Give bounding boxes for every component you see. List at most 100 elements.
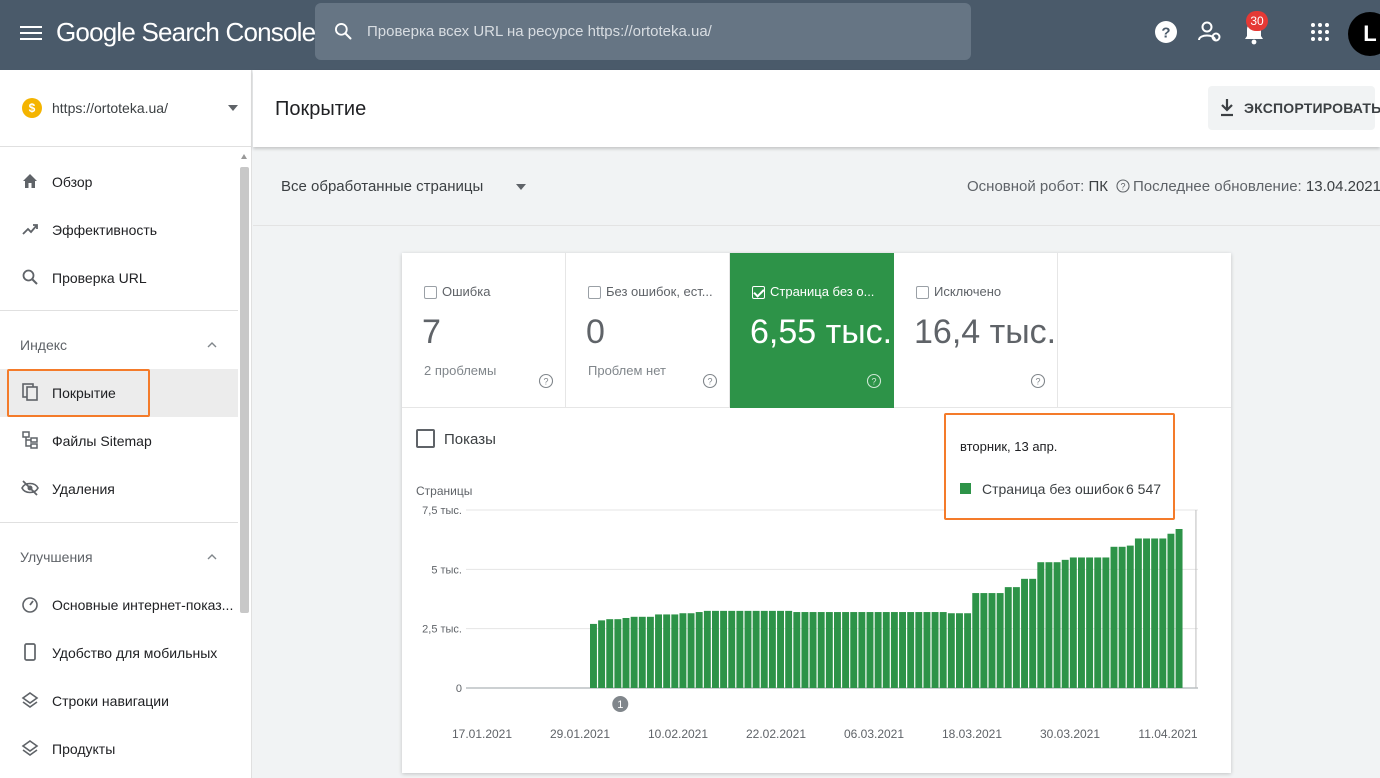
sidebar-item-label: Основные интернет-показ... <box>52 597 234 613</box>
sidebar-item-mobile-usability[interactable]: Удобство для мобильных <box>0 629 238 677</box>
sidebar-item-label: Файлы Sitemap <box>52 433 152 449</box>
sidebar-item-sitemaps[interactable]: Файлы Sitemap <box>0 417 238 465</box>
bar <box>777 610 784 688</box>
sidebar-item-breadcrumbs[interactable]: Строки навигации <box>0 677 238 725</box>
bar <box>655 614 662 688</box>
help-circle-icon[interactable]: ? <box>1116 179 1130 193</box>
bar <box>622 617 630 688</box>
sidebar-item-removals[interactable]: Удаления <box>0 465 238 513</box>
tile-label: Ошибка <box>442 284 491 299</box>
filter-bar: Все обработанные страницы Основной робот… <box>253 148 1380 226</box>
export-button[interactable]: ЭКСПОРТИРОВАТЬ <box>1208 86 1380 130</box>
pages-filter-dropdown[interactable]: Все обработанные страницы <box>281 176 526 200</box>
sidebar-item-label: Обзор <box>52 174 93 190</box>
divider <box>0 310 238 311</box>
sidebar-item-coverage[interactable]: Покрытие <box>0 369 238 417</box>
bar <box>1167 533 1175 688</box>
bar <box>834 612 841 688</box>
updated-value: 13.04.2021 <box>1305 178 1380 195</box>
speed-icon <box>22 597 38 613</box>
checkbox-checked[interactable] <box>752 286 765 299</box>
page-title: Покрытие <box>275 98 367 120</box>
sidebar-item-label: Эффективность <box>52 222 158 238</box>
help-icon[interactable]: ? <box>1152 18 1180 46</box>
bar <box>915 612 923 688</box>
bar <box>923 612 931 688</box>
x-tick-label: 06.03.2021 <box>844 727 904 741</box>
tile-valid[interactable]: Страница без о... 6,55 тыс. ? <box>730 253 894 408</box>
tooltip-date: вторник, 13 апр. <box>960 439 1058 454</box>
account-settings-icon[interactable] <box>1196 18 1224 46</box>
apps-grid-icon[interactable] <box>1306 18 1334 46</box>
bar <box>768 610 776 688</box>
bar <box>638 616 646 688</box>
help-circle-icon[interactable]: ? <box>866 373 882 389</box>
x-tick-label: 29.01.2021 <box>550 727 610 741</box>
help-circle-icon[interactable]: ? <box>702 373 718 389</box>
export-label: ЭКСПОРТИРОВАТЬ <box>1244 100 1380 116</box>
checkbox[interactable] <box>416 429 435 448</box>
x-tick-label: 22.02.2021 <box>746 727 806 741</box>
trending-up-icon <box>22 224 38 235</box>
bar <box>1086 557 1094 688</box>
sidebar-item-overview[interactable]: Обзор <box>0 158 238 206</box>
bar <box>1102 557 1110 688</box>
checkbox[interactable] <box>588 286 601 299</box>
annotation-label: 1 <box>617 699 623 711</box>
checkbox[interactable] <box>424 286 437 299</box>
scroll-up-arrow-icon[interactable] <box>241 154 247 159</box>
tile-subtext: 2 проблемы <box>424 363 497 378</box>
legend-swatch <box>960 483 971 494</box>
bar <box>1151 538 1159 688</box>
bar <box>760 610 768 688</box>
sidebar-item-label: Удаления <box>52 481 115 497</box>
bar <box>736 610 744 688</box>
download-icon <box>1221 99 1233 117</box>
sidebar-item-label: Строки навигации <box>52 693 169 709</box>
app-title[interactable]: Google Search Console <box>56 17 316 48</box>
x-tick-label: 30.03.2021 <box>1040 727 1100 741</box>
bar <box>1078 557 1085 688</box>
tile-valid-with-warnings[interactable]: Без ошибок, ест... 0 Проблем нет ? <box>566 253 730 408</box>
avatar[interactable]: L <box>1348 12 1380 56</box>
bar <box>695 612 703 688</box>
scroll-thumb[interactable] <box>240 167 249 613</box>
bar <box>947 613 955 688</box>
bar <box>882 612 890 688</box>
bar <box>850 612 858 688</box>
sidebar-item-core-web-vitals[interactable]: Основные интернет-показ... <box>0 581 238 629</box>
search-input[interactable] <box>367 3 957 60</box>
property-selector[interactable]: $ https://ortoteka.ua/ <box>0 70 251 147</box>
primary-crawler: Основной робот: ПК ? <box>967 178 1130 195</box>
crawler-value: ПК <box>1088 178 1108 195</box>
help-circle-icon[interactable]: ? <box>538 373 554 389</box>
menu-icon-line <box>20 38 42 40</box>
sidebar-item-url-inspection[interactable]: Проверка URL <box>0 254 238 302</box>
sidebar-item-label: Покрытие <box>52 385 116 401</box>
checkbox[interactable] <box>916 286 929 299</box>
bar <box>728 610 736 688</box>
bar <box>744 610 752 688</box>
help-circle-icon[interactable]: ? <box>1030 373 1046 389</box>
bar <box>703 610 711 688</box>
menu-button[interactable] <box>18 22 44 46</box>
bar <box>590 623 597 688</box>
svg-text:?: ? <box>1035 377 1040 387</box>
chart-tooltip: вторник, 13 апр. Страница без ошибок 6 5… <box>944 413 1175 520</box>
tile-excluded[interactable]: Исключено 16,4 тыс. ? <box>894 253 1058 408</box>
url-inspection-search[interactable] <box>315 3 971 60</box>
mobile-icon <box>24 643 36 661</box>
tile-error[interactable]: Ошибка 7 2 проблемы ? <box>402 253 566 408</box>
y-tick-label: 0 <box>456 683 462 695</box>
sidebar-item-performance[interactable]: Эффективность <box>0 206 238 254</box>
bar <box>630 616 638 688</box>
bar <box>874 612 882 688</box>
sidebar-item-products[interactable]: Продукты <box>0 725 238 773</box>
divider <box>0 522 238 523</box>
section-enhancements-header[interactable]: Улучшения <box>0 535 238 579</box>
bar <box>939 612 947 688</box>
filter-value: Все обработанные страницы <box>281 178 484 195</box>
sidebar-scrollbar[interactable] <box>238 152 250 778</box>
section-index-header[interactable]: Индекс <box>0 323 238 367</box>
bar <box>842 612 850 688</box>
